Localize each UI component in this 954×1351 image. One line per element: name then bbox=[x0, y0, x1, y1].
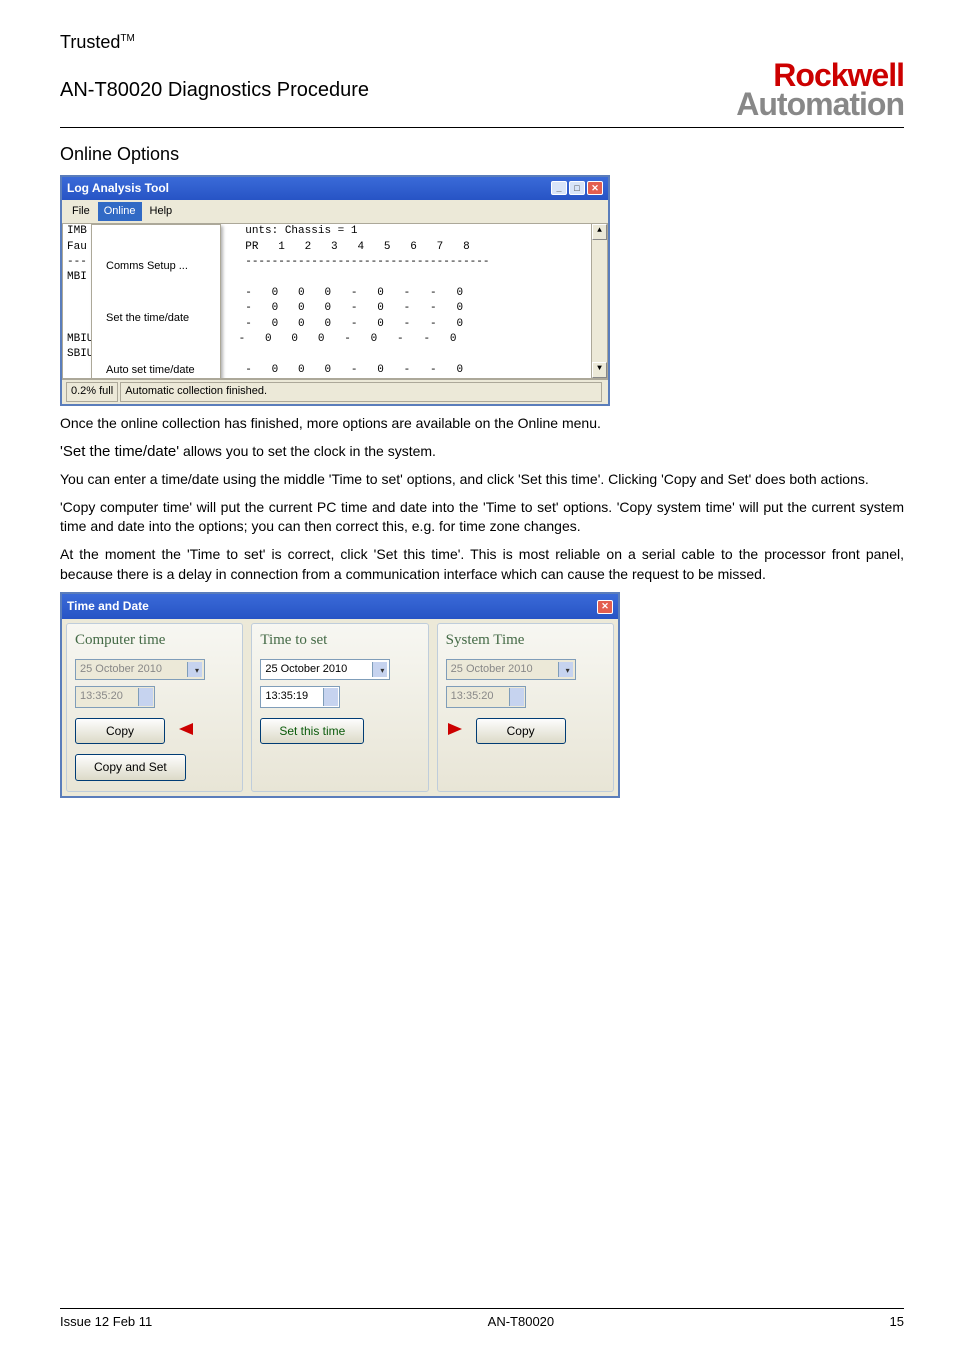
log-analysis-window: Log Analysis Tool _ □ ✕ File Online Help… bbox=[60, 175, 610, 406]
chevron-down-icon: ▾ bbox=[566, 665, 570, 676]
footer-page: 15 bbox=[890, 1313, 904, 1331]
menu-file[interactable]: File bbox=[66, 202, 96, 221]
scroll-up-icon[interactable]: ▲ bbox=[592, 224, 607, 240]
menu-help[interactable]: Help bbox=[144, 202, 179, 221]
set-this-time-button[interactable]: Set this time bbox=[260, 718, 364, 745]
system-time-value: 13:35:20 bbox=[451, 690, 494, 702]
toset-date-value: 25 October 2010 bbox=[265, 663, 347, 675]
panel-time-to-set: Time to set 25 October 2010 ▾ 13:35:19 S… bbox=[251, 623, 428, 792]
time-date-dialog: Time and Date ✕ Computer time 25 October… bbox=[60, 592, 620, 798]
log-menubar: File Online Help bbox=[62, 200, 608, 224]
set-timedate-heading: 'Set the time/date' bbox=[60, 443, 179, 460]
page-footer: Issue 12 Feb 11 AN-T80020 15 bbox=[60, 1308, 904, 1331]
panel-system-time: System Time 25 October 2010 ▾ 13:35:20 C… bbox=[437, 623, 614, 792]
chevron-down-icon[interactable]: ▾ bbox=[380, 665, 384, 676]
computer-date-value: 25 October 2010 bbox=[80, 663, 162, 675]
toset-time-value: 13:35:19 bbox=[265, 690, 308, 702]
computer-date-field: 25 October 2010 ▾ bbox=[75, 659, 205, 680]
procedure-title: AN-T80020 Diagnostics Procedure bbox=[60, 76, 369, 104]
para-3: 'Copy computer time' will put the curren… bbox=[60, 498, 904, 537]
dialog-titlebar: Time and Date ✕ bbox=[62, 594, 618, 619]
page-header: TrustedTM AN-T80020 Diagnostics Procedur… bbox=[60, 30, 904, 119]
maximize-button[interactable]: □ bbox=[569, 181, 585, 195]
dialog-close-button[interactable]: ✕ bbox=[597, 600, 613, 614]
header-divider bbox=[60, 127, 904, 128]
close-button[interactable]: ✕ bbox=[587, 181, 603, 195]
rockwell-logo: Rockwell Automation bbox=[736, 61, 904, 119]
log-titlebar: Log Analysis Tool _ □ ✕ bbox=[62, 177, 608, 200]
log-statusbar: 0.2% full Automatic collection finished. bbox=[62, 379, 608, 403]
subhead-rest: allows you to set the clock in the syste… bbox=[179, 443, 436, 459]
system-date-value: 25 October 2010 bbox=[451, 663, 533, 675]
titlebar-buttons: _ □ ✕ bbox=[551, 181, 603, 195]
dropdown-comms-setup[interactable]: Comms Setup ... bbox=[92, 256, 220, 277]
dialog-body: Computer time 25 October 2010 ▾ 13:35:20… bbox=[62, 619, 618, 796]
computer-time-title: Computer time bbox=[75, 630, 234, 651]
status-message: Automatic collection finished. bbox=[120, 382, 602, 401]
system-date-field: 25 October 2010 ▾ bbox=[446, 659, 576, 680]
computer-time-value: 13:35:20 bbox=[80, 690, 123, 702]
copy-system-button[interactable]: Copy bbox=[476, 718, 566, 745]
dropdown-auto-set-timedate[interactable]: Auto set time/date bbox=[92, 360, 220, 379]
trusted-label: TrustedTM bbox=[60, 30, 904, 55]
system-time-field: 13:35:20 bbox=[446, 686, 526, 707]
minimize-button[interactable]: _ bbox=[551, 181, 567, 195]
section-title: Online Options bbox=[60, 142, 904, 167]
computer-time-field: 13:35:20 bbox=[75, 686, 155, 707]
status-full: 0.2% full bbox=[66, 382, 118, 401]
menu-online[interactable]: Online bbox=[98, 202, 142, 221]
para-1: Once the online collection has finished,… bbox=[60, 414, 904, 434]
log-console: IMB unts: Chassis = 1 Fau PR 1 2 3 4 5 6… bbox=[62, 224, 608, 379]
footer-issue: Issue 12 Feb 11 bbox=[60, 1313, 152, 1331]
system-time-title: System Time bbox=[446, 630, 605, 651]
dialog-title: Time and Date bbox=[67, 598, 149, 615]
arrow-left-icon bbox=[167, 719, 195, 739]
time-to-set-title: Time to set bbox=[260, 630, 419, 651]
online-dropdown: Comms Setup ... Set the time/date Auto s… bbox=[91, 224, 221, 379]
footer-docnum: AN-T80020 bbox=[488, 1313, 554, 1331]
trusted-text: Trusted bbox=[60, 32, 120, 52]
para-4: At the moment the 'Time to set' is corre… bbox=[60, 545, 904, 584]
toset-date-field[interactable]: 25 October 2010 ▾ bbox=[260, 659, 390, 680]
chevron-down-icon: ▾ bbox=[195, 665, 199, 676]
copy-computer-button[interactable]: Copy bbox=[75, 718, 165, 745]
vertical-scrollbar[interactable]: ▲ ▼ bbox=[591, 224, 607, 378]
tm-sup: TM bbox=[120, 33, 134, 44]
copy-and-set-button[interactable]: Copy and Set bbox=[75, 754, 186, 781]
para-2: You can enter a time/date using the midd… bbox=[60, 470, 904, 490]
dropdown-set-timedate[interactable]: Set the time/date bbox=[92, 308, 220, 329]
toset-time-field[interactable]: 13:35:19 bbox=[260, 686, 340, 707]
panel-computer-time: Computer time 25 October 2010 ▾ 13:35:20… bbox=[66, 623, 243, 792]
arrow-right-icon bbox=[446, 719, 474, 739]
para-subhead: 'Set the time/date' allows you to set th… bbox=[60, 441, 904, 462]
scroll-down-icon[interactable]: ▼ bbox=[592, 362, 607, 378]
logo-automation: Automation bbox=[736, 90, 904, 119]
log-title: Log Analysis Tool bbox=[67, 180, 169, 197]
